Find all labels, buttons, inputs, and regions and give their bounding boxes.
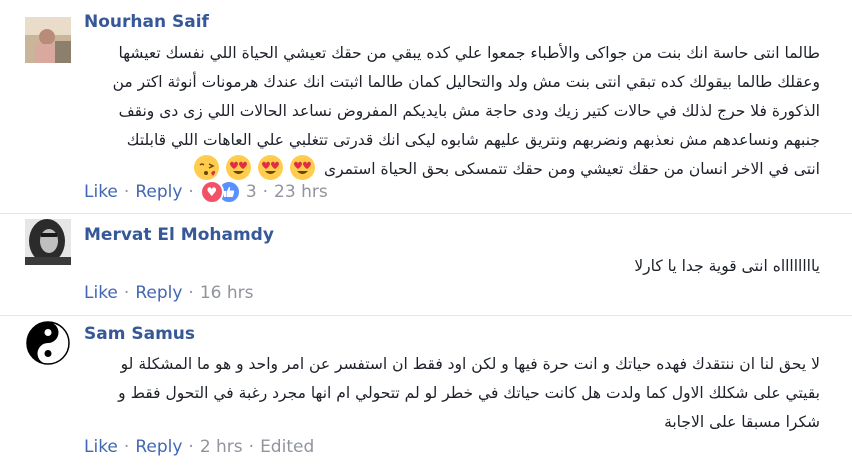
heart-eyes-icon <box>226 155 252 180</box>
yin-yang-icon <box>25 320 71 366</box>
separator-dot: · <box>188 437 194 457</box>
separator-dot: · <box>123 437 130 457</box>
avatar[interactable] <box>25 219 71 265</box>
comment-text: لا يحق لنا ان ننتقدك فهده حياتك و انت حر… <box>118 350 820 437</box>
comment-actions: Like · Reply · 16 hrs <box>84 283 253 303</box>
profile-photo <box>25 219 71 265</box>
separator-dot: · <box>123 182 130 202</box>
timestamp[interactable]: 16 hrs <box>200 283 254 303</box>
reactions[interactable]: ♥ 3 <box>199 180 257 204</box>
comment-divider <box>0 213 852 214</box>
like-link[interactable]: Like <box>84 437 118 457</box>
separator-dot: · <box>188 182 194 202</box>
comment-line: لا يحق لنا ان ننتقدك فهده حياتك و انت حر… <box>120 355 820 373</box>
separator-dot: · <box>248 437 255 457</box>
avatar[interactable] <box>25 17 71 63</box>
like-link[interactable]: Like <box>84 283 118 303</box>
timestamp[interactable]: 23 hrs <box>274 182 328 202</box>
timestamp[interactable]: 2 hrs <box>200 437 243 457</box>
comment-author[interactable]: Nourhan Saif <box>84 12 209 32</box>
avatar[interactable] <box>25 320 71 366</box>
reaction-count: 3 <box>245 182 257 202</box>
kissing-heart-icon <box>194 155 220 180</box>
comment-author[interactable]: Sam Samus <box>84 324 195 344</box>
separator-dot: · <box>188 283 194 303</box>
comment-line: وعقلك طالما بيقولك كده تبقي انتى بنت مش … <box>112 73 820 91</box>
separator-dot: · <box>123 283 130 303</box>
reply-link[interactable]: Reply <box>135 182 182 202</box>
comment-actions: Like · Reply · 2 hrs · Edited <box>84 437 314 457</box>
profile-photo <box>25 17 71 63</box>
comment-actions: Like · Reply · ♥ 3 · 23 hrs <box>84 180 328 204</box>
reply-link[interactable]: Reply <box>135 283 182 303</box>
love-reaction-icon: ♥ <box>199 180 224 204</box>
comment-line: جنبهم ونساعدهم مش نعذبهم ونضربهم ونتريق … <box>126 131 820 149</box>
comment-line-text: انتى في الاخر انسان من حقك تعيشي ومن حقك… <box>323 160 820 178</box>
comment-line: بقيتي على شكلك الاول كما ولدت هل كانت حي… <box>118 384 820 402</box>
reply-link[interactable]: Reply <box>135 437 182 457</box>
comment-line: شكرا مسبقا على الاجابة <box>664 413 820 431</box>
separator-dot: · <box>262 182 269 202</box>
comment-divider <box>0 315 852 316</box>
heart-eyes-icon <box>290 155 315 180</box>
comment-text: طالما انتى حاسة انك بنت من جواكى والأطبا… <box>113 39 820 184</box>
comment-line: طالما انتى حاسة انك بنت من جواكى والأطبا… <box>118 44 820 62</box>
heart-eyes-icon <box>258 155 284 180</box>
comment-author[interactable]: Mervat El Mohamdy <box>84 225 274 245</box>
edited-label[interactable]: Edited <box>260 437 314 457</box>
comment-line: يااااااااه انتى قوية جدا يا كارلا <box>634 257 820 275</box>
like-link[interactable]: Like <box>84 182 118 202</box>
comment-text: يااااااااه انتى قوية جدا يا كارلا <box>634 252 820 281</box>
comment-line: الذكورة فلا حرج لذلك في حالات كتير زيك و… <box>118 102 820 120</box>
